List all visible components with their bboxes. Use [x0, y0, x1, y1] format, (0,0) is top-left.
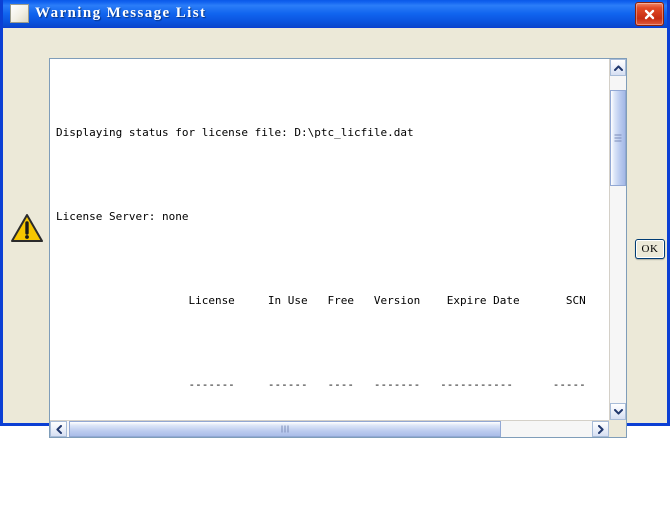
scroll-right-button[interactable] — [592, 421, 609, 437]
vertical-scroll-track[interactable] — [610, 76, 626, 403]
horizontal-scroll-thumb[interactable] — [69, 421, 501, 437]
horizontal-scroll-track[interactable] — [67, 421, 592, 437]
window-document-icon — [10, 4, 29, 23]
warning-message-list-dialog: Warning Message List OK Displaying statu… — [0, 0, 670, 438]
warning-triangle-icon — [11, 214, 43, 242]
message-list-text: Displaying status for license file: D:\p… — [56, 63, 586, 420]
scroll-left-button[interactable] — [50, 421, 67, 437]
grip-icon — [281, 425, 289, 433]
ok-button[interactable]: OK — [635, 239, 665, 259]
close-button[interactable] — [635, 2, 664, 26]
dialog-body: OK Displaying status for license file: D… — [3, 28, 667, 438]
chevron-left-icon — [55, 424, 62, 434]
grip-icon — [614, 134, 622, 142]
close-icon — [644, 9, 655, 19]
status-line: Displaying status for license file: D:\p… — [56, 126, 414, 139]
title-bar[interactable]: Warning Message List — [3, 0, 667, 28]
desktop-background — [0, 426, 670, 512]
vertical-scroll-thumb[interactable] — [610, 90, 626, 186]
scroll-up-button[interactable] — [610, 59, 626, 76]
screen: Pro/ENGINEER Wildfire 野火版 3.0 野火论坛 www.p… — [0, 0, 670, 512]
column-header-line: License In Use Free Version Expire Date … — [56, 294, 586, 307]
chevron-down-icon — [613, 408, 623, 415]
column-separator-line: ------- ------ ---- ------- ----------- … — [56, 378, 586, 391]
message-list-pane[interactable]: Displaying status for license file: D:\p… — [49, 58, 627, 438]
scrollbar-corner — [609, 420, 626, 437]
window-title: Warning Message List — [35, 5, 207, 21]
message-list-viewport: Displaying status for license file: D:\p… — [50, 59, 609, 420]
scroll-down-button[interactable] — [610, 403, 626, 420]
vertical-scrollbar[interactable] — [609, 59, 626, 420]
chevron-up-icon — [613, 64, 623, 71]
chevron-right-icon — [597, 424, 604, 434]
server-line: License Server: none — [56, 210, 189, 223]
horizontal-scrollbar[interactable] — [50, 420, 609, 437]
